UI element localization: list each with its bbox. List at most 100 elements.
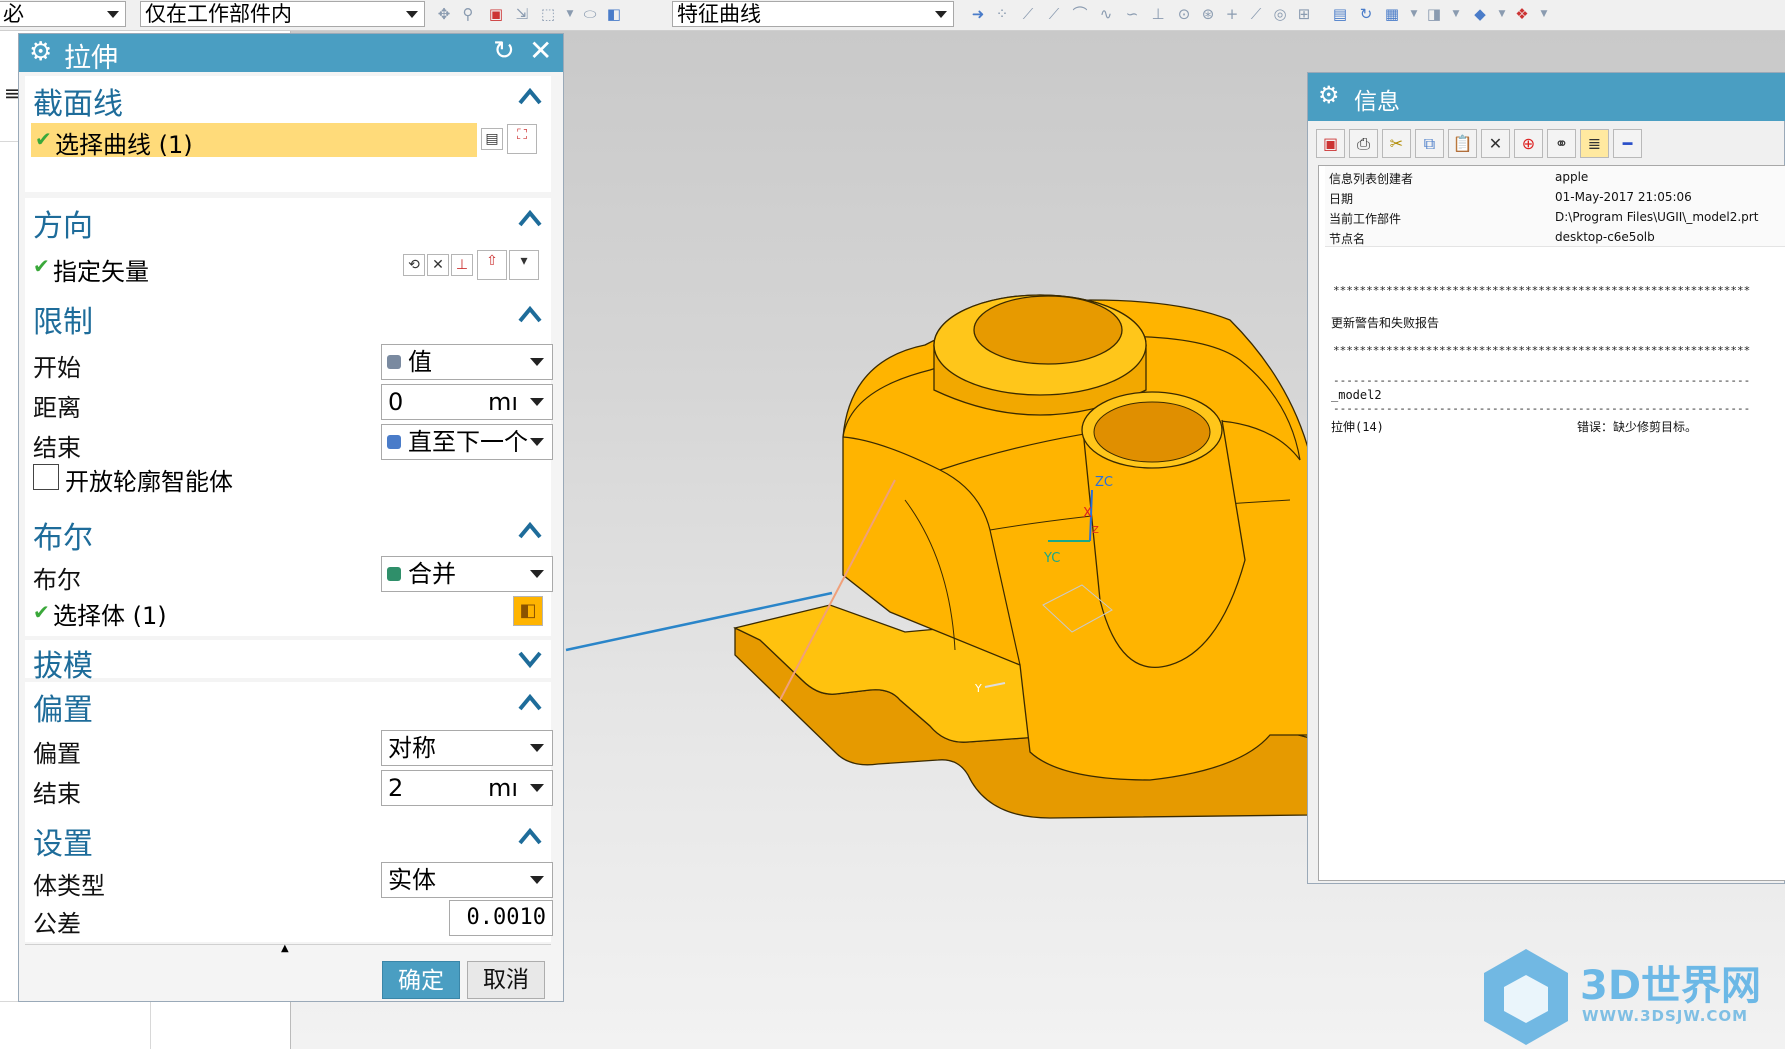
- body-filter-icon[interactable]: ⬭: [582, 6, 598, 22]
- limits-header[interactable]: 限制: [25, 294, 551, 340]
- circle-icon[interactable]: ⊛: [1200, 6, 1216, 22]
- vector-cross-icon[interactable]: ✕: [427, 254, 449, 276]
- body-cube-icon[interactable]: ◧: [513, 596, 543, 626]
- close-icon[interactable]: ✕: [529, 34, 552, 67]
- work-part-filter-combo[interactable]: 仅在工作部件内: [140, 1, 425, 27]
- chevron-up-icon[interactable]: [517, 690, 543, 716]
- copy-icon[interactable]: ⧉: [1415, 129, 1444, 158]
- axis-y-label: Y: [974, 682, 982, 695]
- info-header-table: 信息列表创建者 apple 日期 01-May-2017 21:05:06 当前…: [1325, 166, 1785, 247]
- sketch-section-icon[interactable]: ▤: [481, 128, 503, 150]
- boolean-header[interactable]: 布尔: [25, 510, 551, 556]
- watermark-brand: 3D世界网: [1580, 963, 1762, 1009]
- filter-icon[interactable]: ⚲: [460, 6, 476, 22]
- model-3d-view[interactable]: ZC YC X Z Y: [560, 280, 1320, 860]
- solid-icon[interactable]: ◧: [606, 6, 622, 22]
- info-value: D:\Program Files\UGII\_model2.prt: [1555, 210, 1759, 224]
- chevron-down-icon[interactable]: [517, 646, 543, 672]
- curve-rule-combo[interactable]: 特征曲线: [672, 1, 954, 27]
- wrap-text-icon[interactable]: ≣: [1580, 129, 1609, 158]
- minimize-icon[interactable]: ━: [1613, 129, 1642, 158]
- rotate-icon[interactable]: ↻: [1358, 6, 1374, 22]
- binoculars-icon[interactable]: ⚭: [1547, 129, 1576, 158]
- select-all-icon[interactable]: ▣: [488, 6, 504, 22]
- model-boss-hole: [973, 295, 1123, 365]
- paste-icon[interactable]: 📋: [1448, 129, 1477, 158]
- direction-header[interactable]: 方向: [25, 198, 551, 244]
- line-icon[interactable]: ⟋: [1020, 6, 1036, 22]
- settings-header[interactable]: 设置: [25, 816, 551, 862]
- vector-dropdown[interactable]: ▾: [509, 250, 539, 280]
- draft-header[interactable]: 拔模: [25, 640, 551, 684]
- body-type-label: 体类型: [33, 872, 105, 900]
- info-text-area[interactable]: 信息列表创建者 apple 日期 01-May-2017 21:05:06 当前…: [1318, 165, 1785, 881]
- print-icon[interactable]: ⎙: [1349, 129, 1378, 158]
- open-profile-checkbox[interactable]: [33, 464, 59, 490]
- points-icon[interactable]: ⁘: [994, 6, 1010, 22]
- vector-dialog-icon[interactable]: ⇧: [477, 250, 507, 280]
- collapse-bar[interactable]: ▲: [25, 943, 551, 959]
- body-type-dropdown[interactable]: 实体: [381, 862, 553, 898]
- distance-input[interactable]: 0 mı: [381, 384, 553, 420]
- chevron-up-icon[interactable]: [517, 824, 543, 850]
- distance-label: 距离: [33, 394, 81, 422]
- offset-end-input[interactable]: 2 mı: [381, 770, 553, 806]
- value-icon: [387, 355, 401, 369]
- render-style-icon[interactable]: ◆: [1472, 6, 1488, 22]
- vector-axis-icon[interactable]: ⊥: [451, 254, 473, 276]
- fit-icon[interactable]: ▦: [1384, 6, 1400, 22]
- info-key: 日期: [1329, 192, 1354, 206]
- ok-button[interactable]: 确定: [382, 961, 460, 999]
- line-icon[interactable]: ⟋: [1046, 6, 1062, 22]
- reverse-direction-icon[interactable]: ⟲: [403, 254, 425, 276]
- offset-end-unit: mı: [488, 774, 519, 802]
- reset-icon[interactable]: ↻: [493, 36, 515, 66]
- chevron-up-icon[interactable]: [517, 206, 543, 232]
- chevron-down-icon: [530, 570, 544, 578]
- snap-icon[interactable]: ✥: [436, 6, 452, 22]
- intersection-icon[interactable]: ⊥: [1150, 6, 1166, 22]
- snap-icon[interactable]: ◎: [1272, 6, 1288, 22]
- selection-filter-value: 必: [3, 2, 24, 26]
- divider: [150, 1001, 151, 1049]
- highlight-icon[interactable]: ⬚: [540, 6, 556, 22]
- line-icon[interactable]: ⟋: [1248, 6, 1264, 22]
- direction-body: ✔ 指定矢量 ⟲ ✕ ⊥ ⇧ ▾: [25, 242, 551, 294]
- wave-icon[interactable]: ∽: [1124, 6, 1140, 22]
- curve-select-icon[interactable]: ⛶: [507, 124, 537, 154]
- chevron-down-icon[interactable]: ▼: [1494, 6, 1510, 22]
- drag-icon[interactable]: ⇲: [514, 6, 530, 22]
- section-curve-header[interactable]: 截面线: [25, 76, 551, 122]
- chevron-down-icon[interactable]: ▼: [1536, 6, 1552, 22]
- offset-dropdown[interactable]: 对称: [381, 730, 553, 766]
- chevron-up-icon[interactable]: [517, 84, 543, 110]
- select-curve-row[interactable]: ✔ 选择曲线 (1): [31, 123, 477, 159]
- offset-header[interactable]: 偏置: [25, 682, 551, 728]
- cancel-button[interactable]: 取消: [467, 961, 545, 999]
- save-icon[interactable]: ▣: [1316, 129, 1345, 158]
- arrow-right-icon[interactable]: ➜: [970, 6, 986, 22]
- chevron-down-icon[interactable]: ▼: [1448, 6, 1464, 22]
- chevron-up-icon[interactable]: [517, 518, 543, 544]
- snap-view-icon[interactable]: ❖: [1514, 6, 1530, 22]
- plus-icon[interactable]: +: [1224, 6, 1240, 22]
- find-icon[interactable]: ⊕: [1514, 129, 1543, 158]
- start-dropdown[interactable]: 值: [381, 344, 553, 380]
- info-value: apple: [1555, 170, 1589, 184]
- selection-filter-combo[interactable]: 必: [0, 1, 126, 27]
- arc-icon[interactable]: ⌒: [1072, 6, 1088, 22]
- spline-icon[interactable]: ∿: [1098, 6, 1114, 22]
- cut-icon[interactable]: ✂: [1382, 129, 1411, 158]
- delete-icon[interactable]: ✕: [1481, 129, 1510, 158]
- circle-icon[interactable]: ⊙: [1176, 6, 1192, 22]
- chevron-up-icon[interactable]: [517, 302, 543, 328]
- boolean-dropdown[interactable]: 合并: [381, 556, 553, 592]
- chevron-down-icon[interactable]: ▼: [1406, 6, 1422, 22]
- view-icon[interactable]: ▤: [1332, 6, 1348, 22]
- end-dropdown[interactable]: 直至下一个: [381, 424, 553, 460]
- tolerance-input[interactable]: 0.0010: [449, 900, 553, 936]
- layer-icon[interactable]: ◨: [1426, 6, 1442, 22]
- grid-icon[interactable]: ⊞: [1296, 6, 1312, 22]
- caret-up-icon[interactable]: ▲: [281, 943, 289, 954]
- chevron-down-icon[interactable]: ▼: [562, 6, 578, 22]
